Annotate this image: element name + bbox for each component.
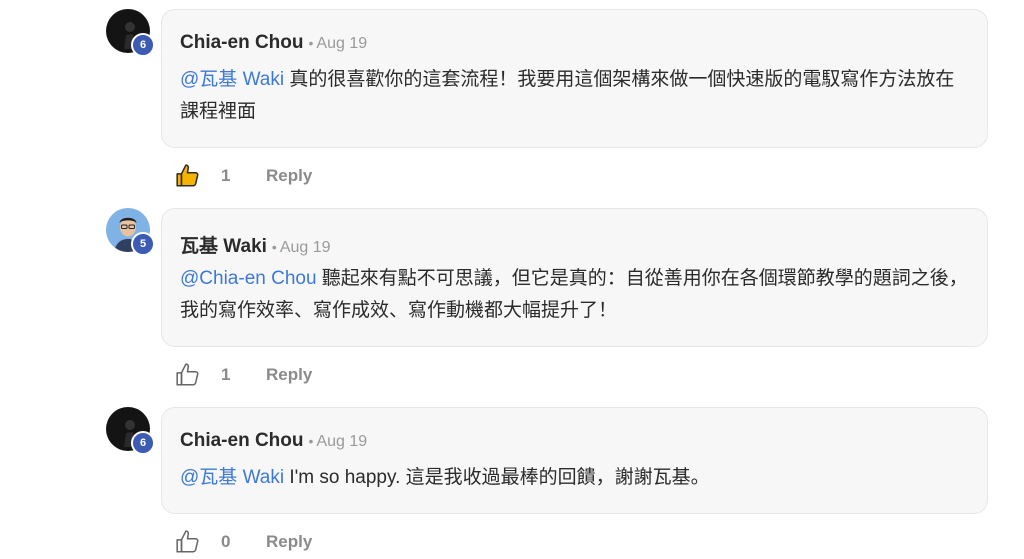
author-name[interactable]: Chia-en Chou (180, 32, 304, 53)
reply-button[interactable]: Reply (266, 532, 312, 552)
comment-bubble: Chia-en Chou • Aug 19 @瓦基 Waki I'm so happ… (161, 407, 988, 514)
like-count: 0 (221, 532, 231, 551)
like-count: 1 (221, 166, 231, 185)
level-badge: 6 (131, 33, 155, 57)
comment-text: 真的很喜歡你的這套流程！我要用這個架構來做一個快速版的電馭寫作方法放在課程裡面 (180, 69, 955, 122)
thumbs-up-icon[interactable] (175, 163, 201, 189)
avatar[interactable]: 5 (106, 208, 155, 256)
mention-link[interactable]: @瓦基 Waki (180, 69, 284, 90)
level-badge: 5 (131, 232, 155, 256)
mention-link[interactable]: @Chia-en Chou (180, 268, 317, 289)
separator-dot: • (271, 239, 277, 255)
comment-header: Chia-en Chou • Aug 19 (180, 32, 367, 54)
comment-text: I'm so happy. 這是我收過最棒的回饋，謝謝瓦基。 (284, 467, 710, 488)
comment-body: @瓦基 Waki I'm so happy. 這是我收過最棒的回饋，謝謝瓦基。 (180, 462, 969, 494)
comment-thread: 6 Chia-en Chou • Aug 19 @瓦基 Waki 真的很喜歡你的這套… (0, 0, 1024, 559)
separator-dot: • (308, 35, 314, 51)
comment-header: Chia-en Chou • Aug 19 (180, 430, 367, 452)
reply-button[interactable]: Reply (266, 365, 312, 385)
avatar[interactable]: 6 (106, 407, 155, 455)
level-badge: 6 (131, 431, 155, 455)
mention-link[interactable]: @瓦基 Waki (180, 467, 284, 488)
author-name[interactable]: Chia-en Chou (180, 430, 304, 451)
thumbs-up-icon[interactable] (175, 362, 201, 388)
comment-bubble: Chia-en Chou • Aug 19 @瓦基 Waki 真的很喜歡你的這套流程… (161, 9, 988, 148)
comment-bubble: 瓦基 Waki • Aug 19 @Chia-en Chou 聽起來有點不可思議，但… (161, 208, 988, 347)
separator-dot: • (308, 433, 314, 449)
author-name[interactable]: 瓦基 Waki (180, 236, 267, 257)
comment-header: 瓦基 Waki • Aug 19 (180, 231, 331, 258)
like-count: 1 (221, 365, 231, 384)
avatar[interactable]: 6 (106, 9, 155, 57)
comment-date[interactable]: Aug 19 (280, 239, 331, 256)
comment-date[interactable]: Aug 19 (316, 35, 367, 52)
thumbs-up-icon[interactable] (175, 529, 201, 555)
reply-button[interactable]: Reply (266, 166, 312, 186)
comment-date[interactable]: Aug 19 (316, 433, 367, 450)
comment-body: @瓦基 Waki 真的很喜歡你的這套流程！我要用這個架構來做一個快速版的電馭寫作… (180, 64, 969, 128)
comment-body: @Chia-en Chou 聽起來有點不可思議，但它是真的：自從善用你在各個環節… (180, 263, 969, 327)
